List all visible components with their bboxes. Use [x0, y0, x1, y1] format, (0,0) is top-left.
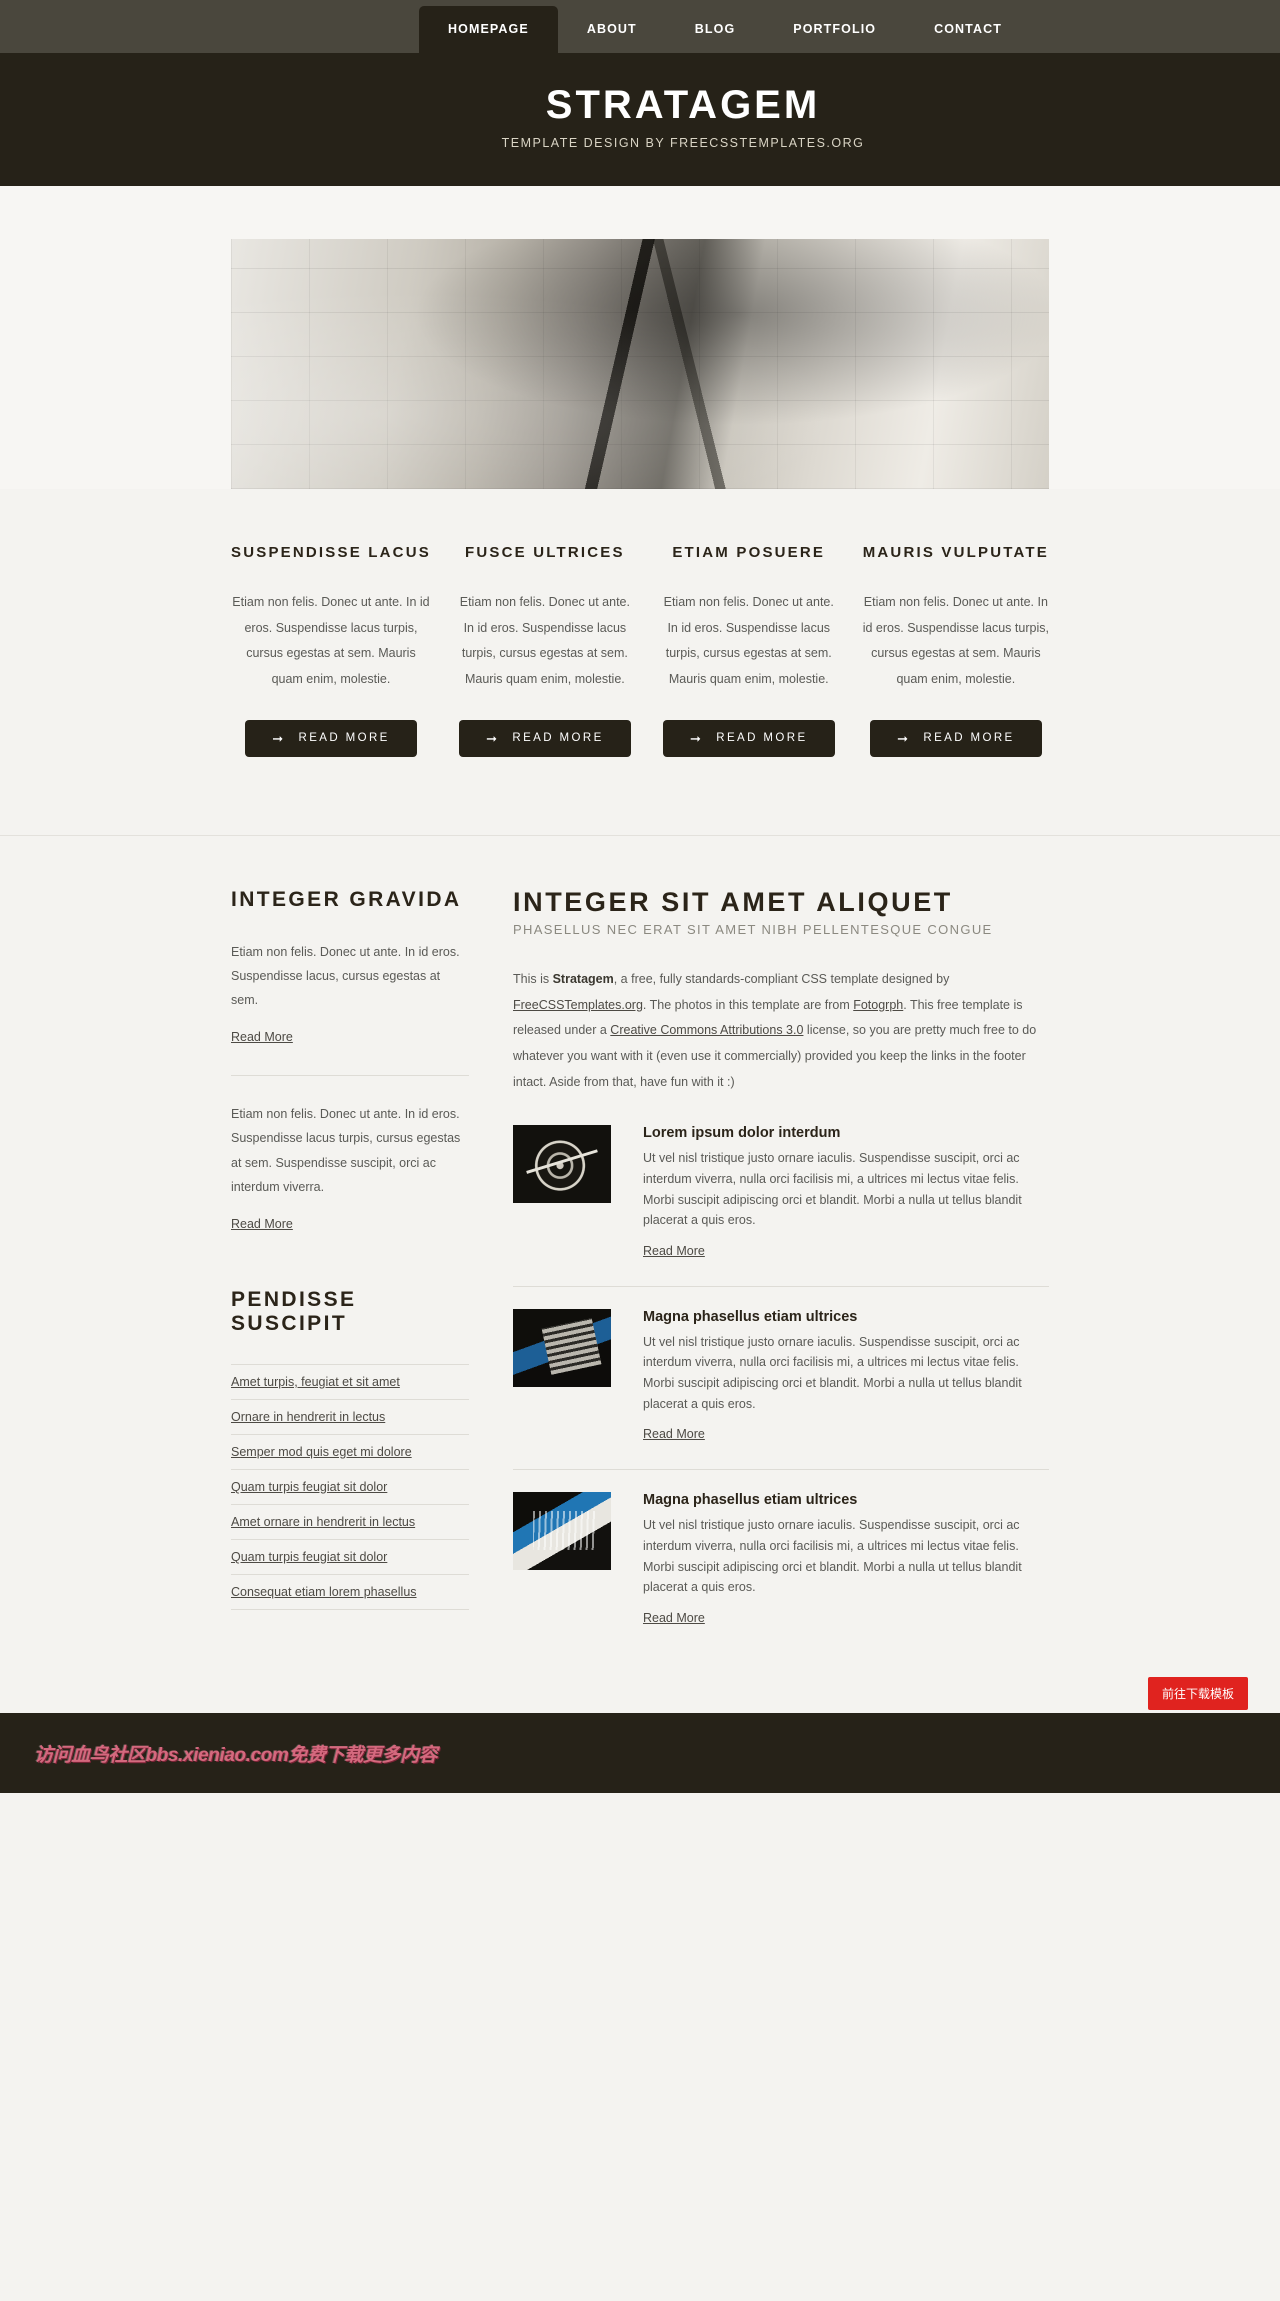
- intro-paragraph: This is Stratagem, a free, fully standar…: [513, 959, 1049, 1121]
- sidebar: INTEGER GRAVIDA Etiam non felis. Donec u…: [231, 888, 469, 1653]
- feature-text: Etiam non felis. Donec ut ante. In id er…: [459, 595, 630, 686]
- sidebar-link[interactable]: Quam turpis feugiat sit dolor: [231, 1540, 469, 1574]
- site-title: STRATAGEM: [545, 83, 821, 127]
- feature-text: Etiam non felis. Donec ut ante. In id er…: [663, 595, 834, 686]
- feature-title: ETIAM POSUERE: [672, 544, 826, 561]
- sidebar-block-text: Etiam non felis. Donec ut ante. In id er…: [231, 1107, 461, 1195]
- read-more-button[interactable]: ➞ READ MORE: [245, 719, 417, 757]
- site-tagline: TEMPLATE DESIGN BY FREECSSTEMPLATES.ORG: [501, 136, 865, 150]
- download-template-button[interactable]: 前往下载模板: [1147, 1676, 1248, 1710]
- arrow-right-icon: ➞: [897, 730, 911, 746]
- arrow-right-icon: ➞: [689, 730, 704, 746]
- feature-column: ETIAM POSUERE Etiam non felis. Donec ut …: [659, 544, 839, 757]
- freecsstemplates-link[interactable]: FreeCSSTemplates.org: [513, 998, 643, 1012]
- post-body: Magna phasellus etiam ultrices Ut vel ni…: [643, 1492, 1049, 1627]
- content-column: INTEGER SIT AMET ALIQUET PHASELLUS NEC E…: [513, 886, 1049, 1653]
- turntable-photo-thumbnail: [513, 1492, 611, 1571]
- feature-title: SUSPENDISSE LACUS: [231, 544, 431, 561]
- intro-text: , a free, fully standards-compliant CSS …: [613, 972, 950, 987]
- arrow-right-icon: ➞: [486, 730, 500, 746]
- fotogrph-link[interactable]: Fotogrph: [853, 998, 903, 1012]
- site-footer: 前往下载模板 访问血鸟社区bbs.xieniao.com免费下载更多内容: [0, 1676, 1280, 1793]
- feature-text: Etiam non felis. Donec ut ante. In id er…: [232, 595, 430, 686]
- feature-column: SUSPENDISSE LACUS Etiam non felis. Donec…: [231, 544, 431, 757]
- main-content: INTEGER GRAVIDA Etiam non felis. Donec u…: [231, 836, 1049, 1713]
- post-body: Magna phasellus etiam ultrices Ut vel ni…: [643, 1309, 1049, 1444]
- sidebar-link[interactable]: Consequat etiam lorem phasellus: [231, 1575, 469, 1609]
- sidebar-heading-integer-gravida: INTEGER GRAVIDA: [231, 887, 462, 911]
- arrow-right-icon: ➞: [272, 730, 286, 746]
- feature-text: Etiam non felis. Donec ut ante. In id er…: [862, 595, 1049, 686]
- banner-section: [0, 186, 1280, 489]
- nav-items: HOMEPAGE ABOUT BLOG PORTFOLIO CONTACT: [204, 6, 1076, 53]
- sidebar-block-text: Etiam non felis. Donec ut ante. In id er…: [231, 944, 460, 1008]
- nav-item-homepage[interactable]: HOMEPAGE: [419, 6, 558, 53]
- nav-item-blog[interactable]: BLOG: [666, 6, 765, 53]
- sidebar-link-list: Amet turpis, feugiat et sit amet Ornare …: [231, 1363, 469, 1610]
- post-text: Ut vel nisl tristique justo ornare iacul…: [643, 1518, 1022, 1595]
- main-navigation: HOMEPAGE ABOUT BLOG PORTFOLIO CONTACT: [0, 0, 1280, 53]
- nav-item-portfolio[interactable]: PORTFOLIO: [764, 6, 905, 53]
- sidebar-read-more-link[interactable]: Read More: [231, 1025, 293, 1049]
- compass-photo-thumbnail: [513, 1125, 611, 1204]
- feature-column: FUSCE ULTRICES Etiam non felis. Donec ut…: [455, 544, 635, 757]
- calculator-photo-thumbnail: [513, 1308, 611, 1387]
- post-read-more-link[interactable]: Read More: [643, 1244, 705, 1258]
- post-text: Ut vel nisl tristique justo ornare iacul…: [643, 1334, 1022, 1411]
- banner-image: [231, 239, 1049, 489]
- post-item: Magna phasellus etiam ultrices Ut vel ni…: [513, 1469, 1049, 1653]
- sidebar-heading-pendisse-suscipit: PENDISSE SUSCIPIT: [231, 1287, 357, 1335]
- site-header: STRATAGEM TEMPLATE DESIGN BY FREECSSTEMP…: [0, 53, 1280, 186]
- post-title: Magna phasellus etiam ultrices: [643, 1492, 858, 1509]
- list-item: Amet turpis, feugiat et sit amet: [231, 1363, 469, 1400]
- feature-title: FUSCE ULTRICES: [465, 544, 625, 561]
- list-item: Amet ornare in hendrerit in lectus: [231, 1505, 469, 1540]
- sidebar-link[interactable]: Amet turpis, feugiat et sit amet: [231, 1365, 469, 1399]
- read-more-button[interactable]: ➞ READ MORE: [459, 719, 631, 757]
- creative-commons-link[interactable]: Creative Commons Attributions 3.0: [610, 1023, 803, 1037]
- sidebar-link[interactable]: Ornare in hendrerit in lectus: [231, 1400, 469, 1434]
- content-heading: INTEGER SIT AMET ALIQUET: [513, 886, 953, 917]
- list-item: Quam turpis feugiat sit dolor: [231, 1470, 469, 1505]
- sidebar-link[interactable]: Quam turpis feugiat sit dolor: [231, 1470, 469, 1504]
- read-more-button[interactable]: ➞ READ MORE: [662, 719, 835, 757]
- post-title: Magna phasellus etiam ultrices: [643, 1308, 858, 1325]
- nav-item-about[interactable]: ABOUT: [558, 6, 666, 53]
- post-body: Lorem ipsum dolor interdum Ut vel nisl t…: [643, 1125, 1049, 1260]
- post-item: Magna phasellus etiam ultrices Ut vel ni…: [513, 1285, 1049, 1470]
- list-item: Semper mod quis eget mi dolore: [231, 1435, 469, 1470]
- read-more-label: READ MORE: [716, 732, 808, 744]
- read-more-label: READ MORE: [298, 732, 390, 744]
- watermark-text: 访问血鸟社区bbs.xieniao.com免费下载更多内容: [34, 1744, 438, 1766]
- content-subheading: PHASELLUS NEC ERAT SIT AMET NIBH PELLENT…: [513, 922, 993, 938]
- sidebar-link[interactable]: Semper mod quis eget mi dolore: [231, 1435, 469, 1469]
- intro-text: This is: [513, 972, 553, 987]
- list-item: Quam turpis feugiat sit dolor: [231, 1540, 469, 1575]
- read-more-label: READ MORE: [923, 732, 1015, 744]
- feature-column: MAURIS VULPUTATE Etiam non felis. Donec …: [863, 544, 1049, 757]
- list-item: Ornare in hendrerit in lectus: [231, 1400, 469, 1435]
- sidebar-read-more-link[interactable]: Read More: [231, 1212, 293, 1236]
- list-item: Consequat etiam lorem phasellus: [231, 1575, 469, 1610]
- sidebar-block: Etiam non felis. Donec ut ante. In id er…: [231, 1075, 469, 1236]
- read-more-button[interactable]: ➞ READ MORE: [870, 719, 1042, 757]
- post-text: Ut vel nisl tristique justo ornare iacul…: [643, 1151, 1022, 1228]
- post-item: Lorem ipsum dolor interdum Ut vel nisl t…: [513, 1121, 1049, 1286]
- intro-text: . The photos in this template are from: [642, 997, 854, 1012]
- post-read-more-link[interactable]: Read More: [643, 1427, 705, 1441]
- feature-title: MAURIS VULPUTATE: [862, 544, 1049, 561]
- sidebar-link[interactable]: Amet ornare in hendrerit in lectus: [231, 1505, 469, 1539]
- read-more-label: READ MORE: [512, 732, 604, 744]
- sidebar-block: Etiam non felis. Donec ut ante. In id er…: [231, 940, 469, 1050]
- nav-item-contact[interactable]: CONTACT: [905, 6, 1031, 53]
- feature-columns: SUSPENDISSE LACUS Etiam non felis. Donec…: [231, 489, 1049, 835]
- post-read-more-link[interactable]: Read More: [643, 1611, 705, 1625]
- post-title: Lorem ipsum dolor interdum: [643, 1125, 841, 1142]
- brand-name: Stratagem: [552, 972, 614, 987]
